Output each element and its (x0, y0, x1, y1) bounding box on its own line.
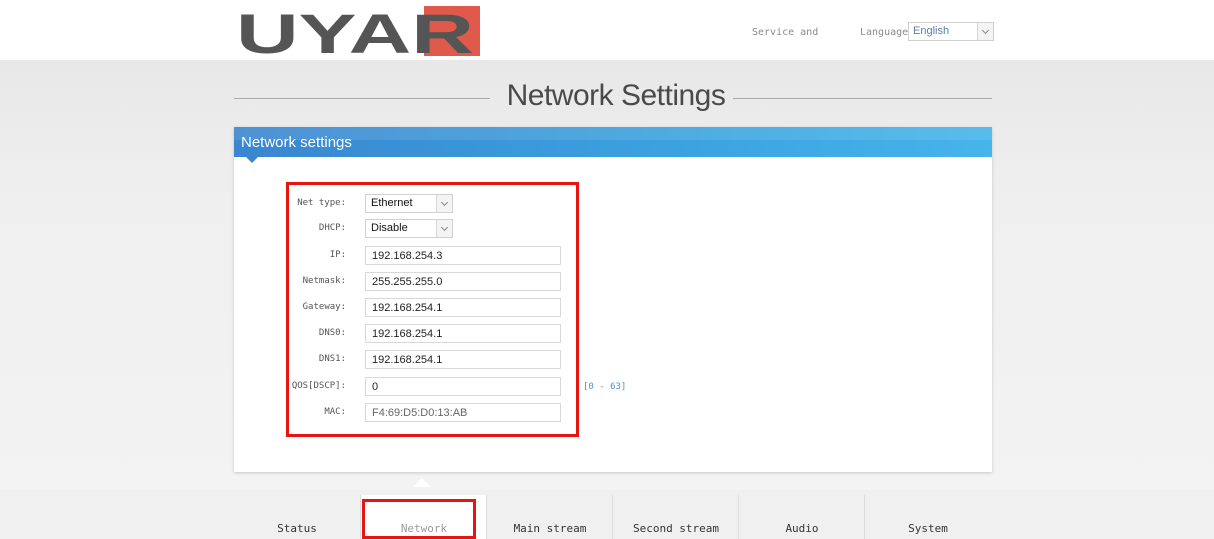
qos-range-hint: [0 - 63] (583, 382, 627, 392)
title-divider-right (733, 98, 992, 99)
title-divider-left (234, 98, 490, 99)
language-value: English (913, 25, 950, 37)
chevron-down-icon[interactable] (977, 23, 993, 40)
panel-header: Network settings (234, 127, 992, 157)
tab-status[interactable]: Status (234, 495, 360, 539)
tab-status-label: Status (277, 522, 317, 535)
active-tab-pointer (413, 478, 431, 487)
tab-system-label: System (908, 522, 948, 535)
tab-highlight-box (362, 499, 476, 539)
panel-title: Network settings (241, 134, 352, 151)
form-highlight-box (286, 182, 579, 437)
language-select[interactable]: English (908, 22, 994, 41)
tab-second-stream[interactable]: Second stream (613, 495, 739, 539)
tab-second-stream-label: Second stream (632, 522, 720, 535)
page-title: Network Settings (506, 79, 726, 112)
uyar-logo: UYAR (236, 6, 480, 56)
tab-main-stream-label: Main stream (513, 522, 587, 535)
header-bar: UYAR Service and Language: English (0, 0, 1214, 60)
service-link[interactable]: Service and (752, 27, 818, 38)
tab-system[interactable]: System (865, 495, 991, 539)
tab-audio-label: Audio (785, 522, 819, 535)
svg-text:UYAR: UYAR (236, 6, 474, 56)
tab-audio[interactable]: Audio (739, 495, 865, 539)
panel-header-pointer (246, 157, 258, 163)
language-label: Language: (860, 27, 915, 38)
tab-main-stream[interactable]: Main stream (487, 495, 613, 539)
